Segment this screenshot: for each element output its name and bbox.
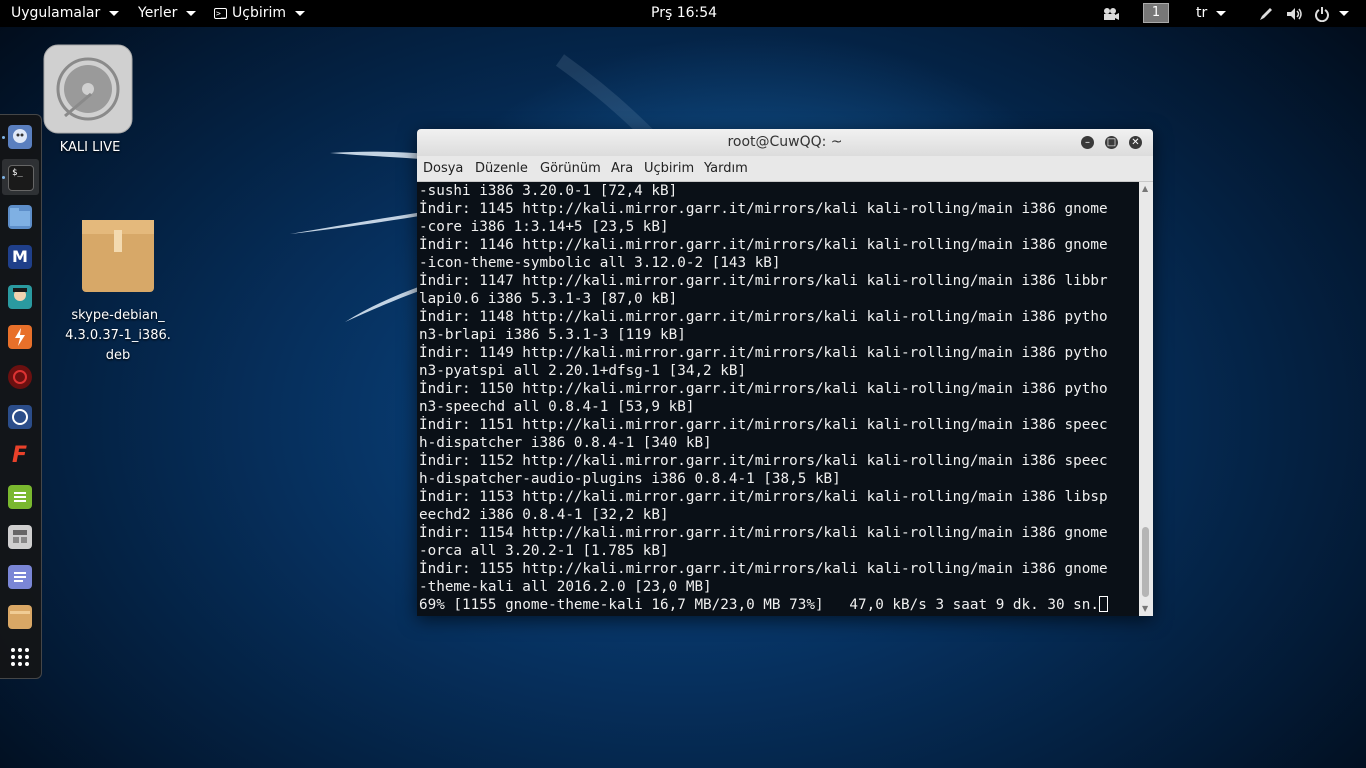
pen-icon[interactable] (1258, 0, 1274, 27)
workspace-indicator[interactable]: 1 (1143, 3, 1169, 23)
terminal-line: İndir: 1152 http://kali.mirror.garr.it/m… (419, 453, 1108, 469)
scrollbar-thumb[interactable] (1142, 527, 1149, 597)
terminal-line: İndir: 1151 http://kali.mirror.garr.it/m… (419, 417, 1108, 433)
terminal-window[interactable]: root@CuwQQ: ~ – □ ✕ Dosya Düzenle Görünü… (417, 129, 1153, 616)
applications-label: Uygulamalar (11, 5, 101, 21)
maltego-icon[interactable] (8, 405, 32, 429)
window-titlebar[interactable]: root@CuwQQ: ~ – □ ✕ (417, 129, 1153, 156)
terminal-line: eechd2 i386 0.8.4-1 [32,2 kB] (419, 507, 669, 523)
clock-label: Prş 16:54 (651, 5, 718, 21)
skype-deb-label: skype-debian_ 4.3.0.37-1_i386. deb (48, 306, 188, 366)
calculator-icon[interactable] (8, 525, 32, 549)
language-selector[interactable]: tr (1196, 0, 1227, 27)
terminal-line: İndir: 1155 http://kali.mirror.garr.it/m… (419, 561, 1108, 577)
kali-live-label: KALI LIVE (59, 140, 121, 155)
terminal-line: İndir: 1153 http://kali.mirror.garr.it/m… (419, 489, 1108, 505)
chevron-down-icon (186, 11, 197, 16)
terminal-line: İndir: 1150 http://kali.mirror.garr.it/m… (419, 381, 1108, 397)
show-apps-icon[interactable] (8, 645, 32, 669)
chevron-down-icon (1216, 11, 1227, 16)
power-menu[interactable] (1314, 0, 1349, 27)
skype-label-line: 4.3.0.37-1_i386. (65, 328, 171, 343)
terminal-line: h-dispatcher i386 0.8.4-1 [340 kB] (419, 435, 712, 451)
power-icon (1315, 6, 1329, 22)
package-icon (82, 220, 154, 292)
top-bar: Uygulamalar Yerler >_ Uçbirim Prş 16:54 … (0, 0, 1366, 27)
running-indicator (2, 176, 5, 179)
terminal-line: İndir: 1147 http://kali.mirror.garr.it/m… (419, 273, 1108, 289)
notes-icon[interactable] (8, 485, 32, 509)
running-indicator (2, 136, 5, 139)
terminal-line: -core i386 1:3.14+5 [23,5 kB] (419, 219, 669, 235)
applications-menu[interactable]: Uygulamalar (11, 0, 120, 27)
video-camera-icon[interactable] (1102, 0, 1120, 27)
terminal-line: -sushi i386 3.20.0-1 [72,4 kB] (419, 183, 678, 199)
terminal-line: n3-pyatspi all 2.20.1+dfsg-1 [34,2 kB] (419, 363, 747, 379)
menu-terminal[interactable]: Uçbirim (644, 156, 694, 181)
minimize-button[interactable]: – (1081, 136, 1094, 149)
terminal-output[interactable]: -sushi i386 3.20.0-1 [72,4 kB] İndir: 114… (417, 182, 1139, 616)
terminal-lines: -sushi i386 3.20.0-1 [72,4 kB] İndir: 114… (417, 182, 1139, 596)
menu-view[interactable]: Görünüm (540, 156, 601, 181)
dock: $_ M F (0, 114, 42, 679)
terminal-line: İndir: 1145 http://kali.mirror.garr.it/m… (419, 201, 1108, 217)
terminal-scrollbar[interactable]: ▲ ▼ (1139, 182, 1153, 616)
menu-help[interactable]: Yardım (704, 156, 748, 181)
terminal-line: -icon-theme-symbolic all 3.12.0-2 [143 k… (419, 255, 781, 271)
text-editor-icon[interactable] (8, 565, 32, 589)
files-icon[interactable] (8, 205, 32, 229)
chevron-down-icon (109, 11, 120, 16)
ffuf-icon[interactable]: F (8, 443, 32, 469)
progress-text: 69% [1155 gnome-theme-kali 16,7 MB/23,0 … (419, 597, 1099, 613)
menu-file[interactable]: Dosya (423, 156, 463, 181)
terminal-line: İndir: 1149 http://kali.mirror.garr.it/m… (419, 345, 1108, 361)
armitage-icon[interactable] (8, 285, 32, 309)
terminal-line: -theme-kali all 2016.2.0 [23,0 MB] (419, 579, 712, 595)
app-menu-label: Uçbirim (232, 5, 287, 21)
disc-drive-icon (43, 44, 133, 134)
window-title: root@CuwQQ: ~ (727, 134, 843, 150)
faraday-icon[interactable] (8, 365, 32, 389)
chevron-down-icon (295, 11, 306, 16)
terminal-line: -orca all 3.20.2-1 [1.785 kB] (419, 543, 669, 559)
terminal-line: h-dispatcher-audio-plugins i386 0.8.4-1 … (419, 471, 841, 487)
terminal-line: İndir: 1154 http://kali.mirror.garr.it/m… (419, 525, 1108, 541)
terminal-line: n3-brlapi i386 5.3.1-3 [119 kB] (419, 327, 686, 343)
volume-icon[interactable] (1286, 0, 1304, 27)
window-menubar: Dosya Düzenle Görünüm Ara Uçbirim Yardım (417, 156, 1153, 182)
menu-search[interactable]: Ara (611, 156, 633, 181)
terminal-icon[interactable]: $_ (8, 165, 34, 191)
terminal-icon: >_ (214, 8, 227, 19)
metasploit-icon[interactable]: M (8, 245, 32, 269)
menu-edit[interactable]: Düzenle (475, 156, 528, 181)
pidgin-icon[interactable] (8, 125, 32, 149)
skype-label-line: deb (105, 348, 131, 363)
clock[interactable]: Prş 16:54 (651, 0, 717, 27)
terminal-progress-line: 69% [1155 gnome-theme-kali 16,7 MB/23,0 … (417, 596, 1139, 614)
terminal-line: lapi0.6 i386 5.3.1-3 [87,0 kB] (419, 291, 678, 307)
close-button[interactable]: ✕ (1129, 136, 1142, 149)
maximize-button[interactable]: □ (1105, 136, 1118, 149)
scroll-down-icon[interactable]: ▼ (1142, 604, 1148, 613)
terminal-line: n3-speechd all 0.8.4-1 [53,9 kB] (419, 399, 695, 415)
places-menu[interactable]: Yerler (138, 0, 197, 27)
language-label: tr (1196, 5, 1208, 21)
app-menu-terminal[interactable]: >_ Uçbirim (214, 0, 306, 27)
terminal-line: İndir: 1148 http://kali.mirror.garr.it/m… (419, 309, 1108, 325)
chevron-down-icon (1339, 11, 1349, 16)
terminal-line: İndir: 1146 http://kali.mirror.garr.it/m… (419, 237, 1108, 253)
archive-icon[interactable] (8, 605, 32, 629)
scroll-up-icon[interactable]: ▲ (1142, 184, 1148, 193)
places-label: Yerler (138, 5, 178, 21)
burpsuite-icon[interactable] (8, 325, 32, 349)
terminal-cursor (1099, 596, 1108, 612)
skype-label-line: skype-debian_ (71, 308, 165, 323)
